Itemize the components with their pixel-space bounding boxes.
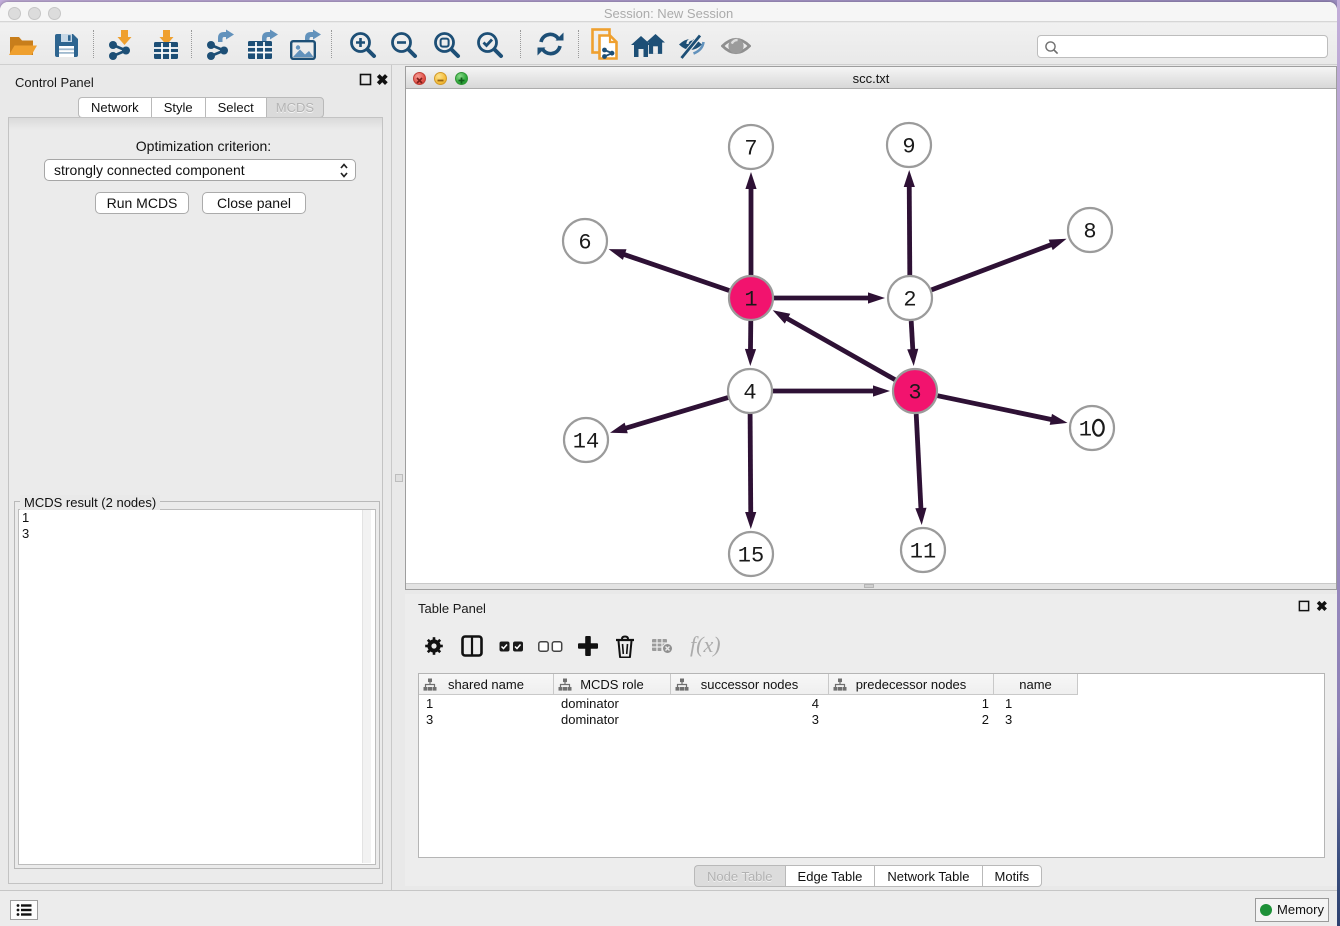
svg-text:4: 4: [743, 381, 756, 406]
svg-text:11: 11: [910, 540, 936, 565]
svg-text:2: 2: [903, 288, 916, 313]
svg-text:14: 14: [573, 430, 599, 455]
svg-text:9: 9: [902, 135, 915, 160]
svg-text:3: 3: [908, 381, 921, 406]
svg-text:1: 1: [1079, 418, 1092, 443]
svg-text:6: 6: [578, 231, 591, 256]
svg-text:7: 7: [744, 137, 757, 162]
svg-text:1: 1: [744, 288, 757, 313]
svg-text:15: 15: [738, 544, 764, 569]
svg-text:8: 8: [1083, 220, 1096, 245]
